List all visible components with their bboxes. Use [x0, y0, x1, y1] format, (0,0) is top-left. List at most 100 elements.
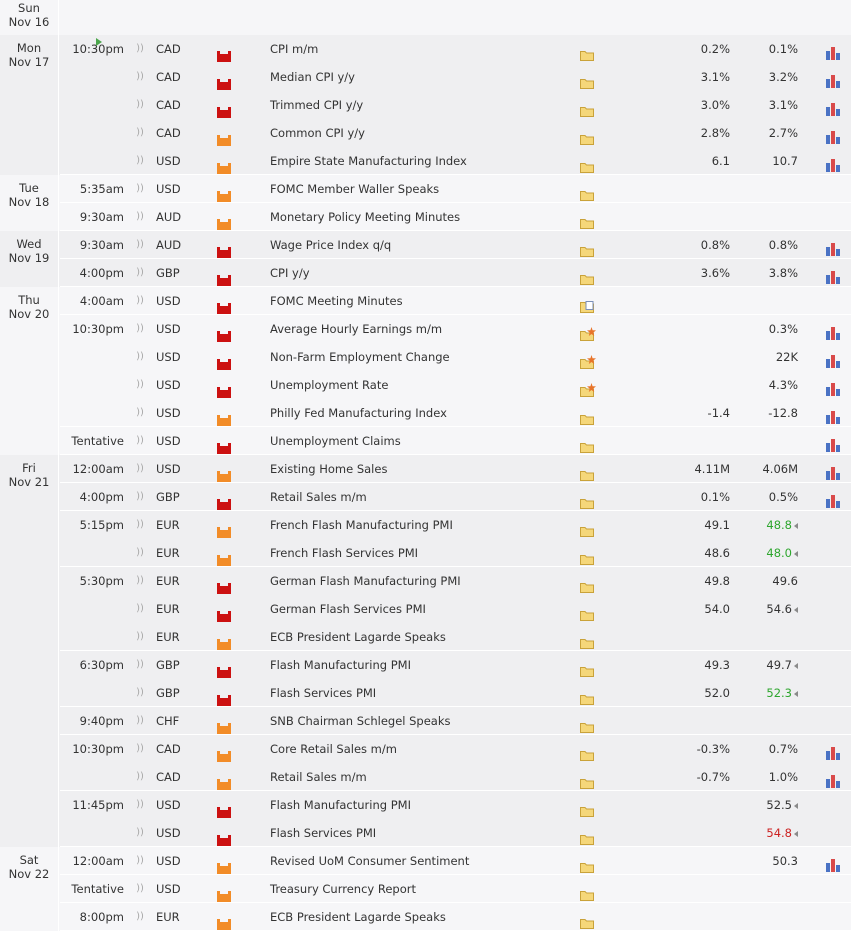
- folder-star-icon[interactable]: [580, 351, 596, 369]
- folder-icon[interactable]: [580, 715, 594, 733]
- speaker-icon[interactable]: )): [135, 231, 145, 259]
- impact-icon[interactable]: [217, 632, 231, 650]
- folder-icon[interactable]: [580, 267, 594, 285]
- event-title[interactable]: French Flash Services PMI: [270, 539, 418, 567]
- impact-icon[interactable]: [217, 884, 231, 902]
- impact-icon[interactable]: [217, 408, 231, 426]
- event-title[interactable]: CPI y/y: [270, 259, 310, 287]
- folder-icon[interactable]: [580, 43, 594, 61]
- event-row[interactable]: 5:15pm)) EUR French Flash Manufacturing PM…: [60, 511, 851, 539]
- event-row[interactable]: 4:00pm)) GBP CPI y/y 3.6% 3.8%: [60, 259, 851, 287]
- speaker-icon[interactable]: )): [135, 539, 145, 567]
- folder-icon[interactable]: [580, 687, 594, 705]
- chart-icon[interactable]: [825, 742, 841, 760]
- folder-icon[interactable]: [580, 631, 594, 649]
- chart-icon[interactable]: [825, 98, 841, 116]
- event-row[interactable]: 5:35am)) USD FOMC Member Waller Speaks: [60, 175, 851, 203]
- impact-icon[interactable]: [217, 660, 231, 678]
- speaker-icon[interactable]: )): [135, 287, 145, 315]
- folder-icon[interactable]: [580, 239, 594, 257]
- event-row[interactable]: )) USD Empire State Manufacturing Index 6.1…: [60, 147, 851, 175]
- folder-star-icon[interactable]: [580, 323, 596, 341]
- event-title[interactable]: CPI m/m: [270, 35, 318, 63]
- folder-icon[interactable]: [580, 827, 594, 845]
- impact-icon[interactable]: [217, 688, 231, 706]
- event-row[interactable]: 10:30pm)) CAD CPI m/m 0.2% 0.1%: [60, 35, 851, 63]
- chart-icon[interactable]: [825, 70, 841, 88]
- speaker-icon[interactable]: )): [135, 735, 145, 763]
- event-title[interactable]: ECB President Lagarde Speaks: [270, 903, 446, 931]
- chart-icon[interactable]: [825, 406, 841, 424]
- speaker-icon[interactable]: )): [135, 343, 145, 371]
- event-title[interactable]: Trimmed CPI y/y: [270, 91, 363, 119]
- impact-icon[interactable]: [217, 156, 231, 174]
- event-title[interactable]: FOMC Meeting Minutes: [270, 287, 403, 315]
- folder-icon[interactable]: [580, 771, 594, 789]
- chart-icon[interactable]: [825, 322, 841, 340]
- speaker-icon[interactable]: )): [135, 483, 145, 511]
- speaker-icon[interactable]: )): [135, 791, 145, 819]
- event-row[interactable]: )) CAD Common CPI y/y 2.8% 2.7%: [60, 119, 851, 147]
- speaker-icon[interactable]: )): [135, 371, 145, 399]
- folder-icon[interactable]: [580, 407, 594, 425]
- impact-icon[interactable]: [217, 744, 231, 762]
- event-row[interactable]: )) USD Unemployment Rate 4.3%: [60, 371, 851, 399]
- impact-icon[interactable]: [217, 856, 231, 874]
- chart-icon[interactable]: [825, 266, 841, 284]
- folder-icon[interactable]: [580, 463, 594, 481]
- event-title[interactable]: French Flash Manufacturing PMI: [270, 511, 453, 539]
- event-title[interactable]: Treasury Currency Report: [270, 875, 416, 903]
- folder-icon[interactable]: [580, 547, 594, 565]
- impact-icon[interactable]: [217, 520, 231, 538]
- event-title[interactable]: Philly Fed Manufacturing Index: [270, 399, 447, 427]
- folder-star-icon[interactable]: [580, 379, 596, 397]
- event-row[interactable]: 5:30pm)) EUR German Flash Manufacturing PM…: [60, 567, 851, 595]
- event-row[interactable]: Tentative)) USD Unemployment Claims: [60, 427, 851, 455]
- event-title[interactable]: Median CPI y/y: [270, 63, 355, 91]
- event-row[interactable]: )) CAD Retail Sales m/m -0.7% 1.0%: [60, 763, 851, 791]
- event-row[interactable]: )) EUR French Flash Services PMI 48.6 48.0: [60, 539, 851, 567]
- speaker-icon[interactable]: )): [135, 63, 145, 91]
- impact-icon[interactable]: [217, 828, 231, 846]
- impact-icon[interactable]: [217, 436, 231, 454]
- chart-icon[interactable]: [825, 378, 841, 396]
- chart-icon[interactable]: [825, 154, 841, 172]
- impact-icon[interactable]: [217, 912, 231, 930]
- event-title[interactable]: Retail Sales m/m: [270, 483, 367, 511]
- speaker-icon[interactable]: )): [135, 511, 145, 539]
- speaker-icon[interactable]: )): [135, 595, 145, 623]
- event-row[interactable]: )) CAD Trimmed CPI y/y 3.0% 3.1%: [60, 91, 851, 119]
- speaker-icon[interactable]: )): [135, 147, 145, 175]
- event-row[interactable]: )) EUR ECB President Lagarde Speaks: [60, 623, 851, 651]
- event-title[interactable]: Monetary Policy Meeting Minutes: [270, 203, 460, 231]
- event-row[interactable]: 6:30pm)) GBP Flash Manufacturing PMI 49.3 49…: [60, 651, 851, 679]
- event-row[interactable]: )) CAD Median CPI y/y 3.1% 3.2%: [60, 63, 851, 91]
- speaker-icon[interactable]: )): [135, 763, 145, 791]
- folder-icon[interactable]: [580, 155, 594, 173]
- impact-icon[interactable]: [217, 44, 231, 62]
- speaker-icon[interactable]: )): [135, 399, 145, 427]
- chart-icon[interactable]: [825, 462, 841, 480]
- speaker-icon[interactable]: )): [135, 623, 145, 651]
- speaker-icon[interactable]: )): [135, 175, 145, 203]
- speaker-icon[interactable]: )): [135, 707, 145, 735]
- impact-icon[interactable]: [217, 772, 231, 790]
- impact-icon[interactable]: [217, 380, 231, 398]
- event-row[interactable]: Tentative)) USD Treasury Currency Report: [60, 875, 851, 903]
- impact-icon[interactable]: [217, 604, 231, 622]
- event-title[interactable]: Non-Farm Employment Change: [270, 343, 450, 371]
- event-row[interactable]: 12:00am)) USD Existing Home Sales 4.11M 4.06…: [60, 455, 851, 483]
- event-row[interactable]: 8:00pm)) EUR ECB President Lagarde Speaks: [60, 903, 851, 931]
- impact-icon[interactable]: [217, 268, 231, 286]
- folder-doc-icon[interactable]: [580, 295, 594, 313]
- folder-icon[interactable]: [580, 575, 594, 593]
- event-title[interactable]: German Flash Manufacturing PMI: [270, 567, 461, 595]
- event-title[interactable]: Flash Manufacturing PMI: [270, 791, 411, 819]
- event-row[interactable]: 9:40pm)) CHF SNB Chairman Schlegel Speaks: [60, 707, 851, 735]
- speaker-icon[interactable]: )): [135, 35, 145, 63]
- chart-icon[interactable]: [825, 490, 841, 508]
- event-title[interactable]: Flash Services PMI: [270, 819, 376, 847]
- event-title[interactable]: Retail Sales m/m: [270, 763, 367, 791]
- event-title[interactable]: Average Hourly Earnings m/m: [270, 315, 442, 343]
- event-title[interactable]: Flash Services PMI: [270, 679, 376, 707]
